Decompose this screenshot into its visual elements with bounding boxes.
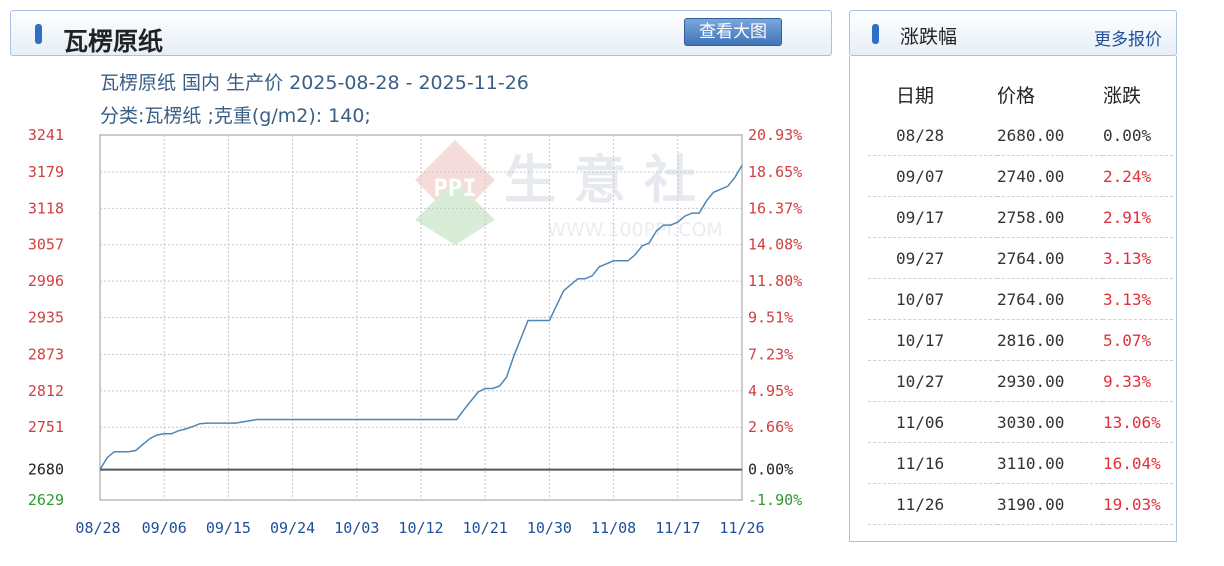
y2-tick-label: 11.80% <box>748 272 802 290</box>
row-price: 2764.00 <box>997 237 1103 279</box>
y-tick-label: 2812 <box>28 382 64 400</box>
y-tick-label: 2629 <box>28 491 64 509</box>
row-date: 09/17 <box>868 196 997 238</box>
row-date: 08/28 <box>868 115 997 156</box>
x-tick-label: 10/12 <box>398 519 443 537</box>
row-change: 0.00% <box>1103 115 1173 156</box>
table-header-row: 日期 价格 涨跌 <box>868 74 1173 115</box>
row-change: 13.06% <box>1103 401 1173 443</box>
row-price: 2764.00 <box>997 278 1103 320</box>
watermark-url: WWW.100PPI.COM <box>547 219 723 241</box>
row-price: 2680.00 <box>997 115 1103 156</box>
row-date: 09/27 <box>868 237 997 279</box>
x-tick-label: 11/08 <box>591 519 636 537</box>
y2-tick-label: 18.65% <box>748 163 802 181</box>
watermark-logo-text: PPI <box>433 174 476 202</box>
x-tick-label: 10/21 <box>463 519 508 537</box>
y-tick-label: 2996 <box>28 272 64 290</box>
row-price: 3190.00 <box>997 483 1103 525</box>
x-tick-label: 10/30 <box>527 519 572 537</box>
table-row: 09/17 2758.00 2.91% <box>868 196 1173 238</box>
y2-tick-label: 20.93% <box>748 126 802 144</box>
row-date: 10/07 <box>868 278 997 320</box>
table-row: 09/07 2740.00 2.24% <box>868 155 1173 197</box>
y-axis-right: 20.93% 18.65% 16.37% 14.08% 11.80% 9.51% 7.23%… <box>748 126 802 509</box>
watermark-brand: 生 意 社 <box>504 151 696 211</box>
y2-tick-label: -1.90% <box>748 491 802 509</box>
row-change: 19.03% <box>1103 483 1173 525</box>
y-tick-label: 2873 <box>28 345 64 363</box>
y2-tick-label: 2.66% <box>748 418 793 436</box>
table-row: 10/17 2816.00 5.07% <box>868 319 1173 361</box>
y2-tick-label: 0.00% <box>748 461 793 479</box>
row-date: 09/07 <box>868 155 997 197</box>
row-price: 2740.00 <box>997 155 1103 197</box>
row-date: 11/16 <box>868 442 997 484</box>
y-tick-label: 2751 <box>28 418 64 436</box>
row-change: 16.04% <box>1103 442 1173 484</box>
row-date: 10/17 <box>868 319 997 361</box>
row-change: 2.24% <box>1103 155 1173 197</box>
row-price: 2758.00 <box>997 196 1103 238</box>
header-change: 涨跌 <box>1103 85 1142 107</box>
y-tick-label: 3179 <box>28 163 64 181</box>
header-date: 日期 <box>896 85 935 107</box>
row-date: 11/06 <box>868 401 997 443</box>
table-row: 08/28 2680.00 0.00% <box>868 115 1173 156</box>
y-tick-label: 3241 <box>28 126 64 144</box>
y2-tick-label: 9.51% <box>748 309 793 327</box>
y2-tick-label: 14.08% <box>748 236 802 254</box>
table-row: 11/26 3190.00 19.03% <box>868 483 1173 525</box>
row-price: 3030.00 <box>997 401 1103 443</box>
row-change: 3.13% <box>1103 278 1173 320</box>
row-price: 2816.00 <box>997 319 1103 361</box>
y-tick-label: 2935 <box>28 309 64 327</box>
x-tick-label: 09/06 <box>142 519 187 537</box>
table-row: 09/27 2764.00 3.13% <box>868 237 1173 279</box>
row-price: 3110.00 <box>997 442 1103 484</box>
y2-tick-label: 7.23% <box>748 345 793 363</box>
x-tick-label: 09/15 <box>206 519 251 537</box>
table-row: 11/06 3030.00 13.06% <box>868 401 1173 443</box>
price-change-table: 日期 价格 涨跌 08/28 2680.00 0.00% 09/07 2740.00 2.… <box>868 74 1173 525</box>
row-date: 10/27 <box>868 360 997 402</box>
y2-tick-label: 16.37% <box>748 199 802 217</box>
table-row: 11/16 3110.00 16.04% <box>868 442 1173 484</box>
row-price: 2930.00 <box>997 360 1103 402</box>
x-tick-label: 10/03 <box>334 519 379 537</box>
table-row: 10/07 2764.00 3.13% <box>868 278 1173 320</box>
y-axis-left: 3241 3179 3118 3057 2996 2935 2873 2812 2751 2680… <box>28 126 64 509</box>
y-tick-label: 2680 <box>28 461 64 479</box>
x-tick-label: 08/28 <box>75 519 120 537</box>
row-date: 11/26 <box>868 483 997 525</box>
x-tick-label: 09/24 <box>270 519 315 537</box>
x-tick-label: 11/26 <box>719 519 764 537</box>
y2-tick-label: 4.95% <box>748 382 793 400</box>
y-tick-label: 3057 <box>28 236 64 254</box>
row-change: 2.91% <box>1103 196 1173 238</box>
row-change: 5.07% <box>1103 319 1173 361</box>
row-change: 9.33% <box>1103 360 1173 402</box>
x-tick-label: 11/17 <box>655 519 700 537</box>
x-axis: 08/28 09/06 09/15 09/24 10/03 10/12 10/21 10/30… <box>75 519 764 537</box>
header-price: 价格 <box>997 85 1036 107</box>
y-tick-label: 3118 <box>28 199 64 217</box>
row-change: 3.13% <box>1103 237 1173 279</box>
table-row: 10/27 2930.00 9.33% <box>868 360 1173 402</box>
ppi-watermark: PPI 生 意 社 WWW.100PPI.COM <box>415 140 723 245</box>
